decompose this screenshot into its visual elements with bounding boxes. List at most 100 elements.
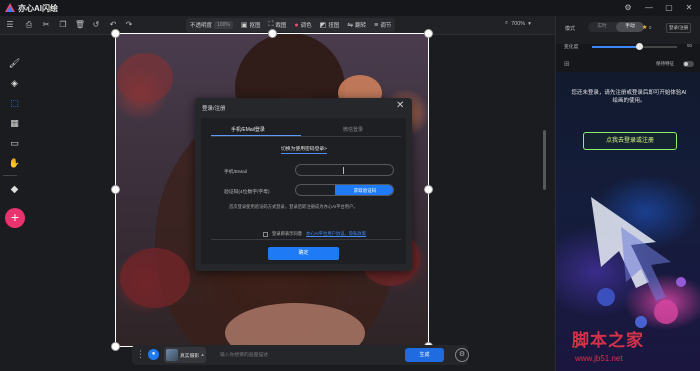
tool-color[interactable]: ● 调色 xyxy=(294,21,312,30)
crop-icon: ⛶ xyxy=(268,21,274,28)
style-selector[interactable]: 真实摄影 ▴ xyxy=(164,347,206,363)
generate-button[interactable]: 生成 xyxy=(405,348,444,362)
menu-icon[interactable]: ☰ xyxy=(4,19,16,31)
tool-cutout[interactable]: ▣ 抠图 xyxy=(241,21,261,29)
tool-crop-label: 裁图 xyxy=(275,23,287,29)
flip-icon: ⇋ xyxy=(347,22,354,29)
settings-gear-icon[interactable]: ⚙ xyxy=(623,3,633,13)
keep-features-toggle[interactable] xyxy=(683,61,694,67)
delete-icon[interactable]: 🗑 xyxy=(74,19,86,31)
code-label: 验证码(4位数字/字母) xyxy=(224,190,270,195)
close-icon[interactable]: ✕ xyxy=(684,3,694,13)
resize-handle-t[interactable] xyxy=(268,29,277,38)
adjust-icon: ≡ xyxy=(374,21,379,29)
star-count: 0 xyxy=(649,25,652,30)
resize-handle-tl[interactable] xyxy=(111,29,120,38)
image-tool-icon[interactable]: ▦ xyxy=(5,115,24,132)
opacity-label: 不透明度 xyxy=(190,23,213,29)
keep-features-label: 保持特征 xyxy=(656,61,674,66)
opacity-value[interactable]: 100% xyxy=(214,21,233,29)
agreement-link[interactable]: 亦心AI平台用户协议、隐私政策 xyxy=(306,231,366,237)
get-code-button[interactable]: 获取验证码 xyxy=(335,185,393,195)
maximize-icon[interactable]: ▢ xyxy=(664,3,674,13)
opacity-control[interactable]: 不透明度 100% xyxy=(190,21,233,29)
mode-realtime-option[interactable]: 实时 xyxy=(588,22,616,32)
scrollbar-thumb[interactable] xyxy=(543,130,546,190)
vertical-scrollbar[interactable] xyxy=(543,40,546,310)
strength-knob[interactable] xyxy=(635,43,643,50)
tool-crop[interactable]: ⛶ 裁图 xyxy=(268,21,286,29)
prompt-settings-icon[interactable]: ⚙ xyxy=(455,348,469,362)
copy-icon[interactable]: ❐ xyxy=(57,19,69,31)
tool-adjust[interactable]: ≡ 调节 xyxy=(374,21,392,30)
watermark-url: www.jb51.net xyxy=(575,354,623,363)
login-note: 首次登录使用验证码方式登录，登录后即注册成为亦心AI平台用户。 xyxy=(229,204,358,209)
color-icon: ● xyxy=(294,21,299,29)
generate-mode-icon[interactable]: ● xyxy=(148,349,159,360)
minimize-icon[interactable]: — xyxy=(644,3,654,13)
app-logo-icon xyxy=(5,3,15,12)
active-tab-indicator xyxy=(211,135,301,136)
image-upload-icon[interactable]: ⊞ xyxy=(564,60,570,68)
agree-checkbox[interactable] xyxy=(263,231,268,237)
layers-icon[interactable]: ◆ xyxy=(5,181,24,198)
dialog-body: 手机/EMail登录 微信登录 切换为使用密码登录> 手机/EMail 验证码(… xyxy=(201,118,406,264)
zoom-value: 700% xyxy=(511,20,526,27)
image-tools-group: 不透明度 100% ▣ 抠图 ⛶ 裁图 ● 调色 ◩ 扭图 ⇋ 翻转 ≡ 调节 xyxy=(186,18,396,32)
strength-value: 50 xyxy=(687,43,693,48)
login-register-button[interactable]: 登录/注册 xyxy=(666,23,692,33)
tool-color-label: 调色 xyxy=(300,23,312,29)
tool-warp-label: 扭图 xyxy=(328,23,340,29)
resize-handle-tr[interactable] xyxy=(424,29,433,38)
hand-tool-icon[interactable]: ✋ xyxy=(5,155,24,172)
fill-tool-icon[interactable]: ◈ xyxy=(5,75,24,92)
resize-handle-l[interactable] xyxy=(111,185,120,194)
mode-label: 模式 xyxy=(565,26,576,32)
tool-warp[interactable]: ◩ 扭图 xyxy=(320,21,340,29)
title-bar: 亦心AI闪绘 ⚙ — ▢ ✕ xyxy=(0,0,700,16)
prompt-input[interactable]: 输入你想要的画面描述 xyxy=(220,351,268,358)
tab-wechat-login[interactable]: 微信登录 xyxy=(343,126,363,133)
brush-tool-icon[interactable]: 🖌 xyxy=(5,55,24,72)
strength-label: 变化度 xyxy=(564,45,579,50)
eraser-tool-icon[interactable]: ▭ xyxy=(5,135,24,152)
mode-manual-option[interactable]: 手动 xyxy=(616,22,644,32)
app-title: 亦心AI闪绘 xyxy=(18,4,58,13)
dialog-close-icon[interactable]: ✕ xyxy=(396,100,404,111)
warp-icon: ◩ xyxy=(319,22,327,29)
tool-flip[interactable]: ⇋ 翻转 xyxy=(347,21,366,29)
history-icon[interactable]: ↺ xyxy=(90,19,102,31)
confirm-button[interactable]: 确定 xyxy=(268,247,339,260)
strength-slider[interactable] xyxy=(592,43,677,50)
chevron-down-icon: ▾ xyxy=(528,20,531,27)
tool-cutout-label: 抠图 xyxy=(249,23,261,29)
verification-code-input[interactable]: 获取验证码 xyxy=(295,184,394,196)
dialog-divider xyxy=(211,239,401,240)
cut-icon[interactable]: ✂ xyxy=(40,19,52,31)
zoom-control[interactable]: ⌕ 700% ▾ xyxy=(505,20,531,27)
login-dialog: 登录/注册 ✕ 手机/EMail登录 微信登录 切换为使用密码登录> 手机/EM… xyxy=(195,98,412,271)
style-label: 真实摄影 xyxy=(180,353,200,359)
redo-icon[interactable]: ↷ xyxy=(123,19,135,31)
tool-adjust-label: 调节 xyxy=(380,23,392,29)
tab-phone-login[interactable]: 手机/EMail登录 xyxy=(231,126,265,133)
print-icon[interactable]: ⎙ xyxy=(23,19,35,31)
dialog-title: 登录/注册 xyxy=(202,106,226,112)
promo-message: 您还未登录，请先注册或登录后即可开始体验AI绘画的使用。 xyxy=(571,90,687,104)
resize-handle-r[interactable] xyxy=(424,185,433,194)
watermark-text: 脚本之家 xyxy=(572,331,644,350)
promo-login-button[interactable]: 点我去登录或注册 xyxy=(583,132,677,150)
add-button[interactable]: + xyxy=(5,208,25,228)
select-tool-icon[interactable]: ⬚ xyxy=(5,95,24,112)
phone-email-input[interactable] xyxy=(295,164,394,176)
switch-to-password-link[interactable]: 切换为使用密码登录> xyxy=(281,145,327,154)
cutout-icon: ▣ xyxy=(240,22,248,29)
strength-fill xyxy=(592,46,639,48)
right-panel: 模式 实时 手动 ★ 0 登录/注册 变化度 50 ⊞ 保持特征 您还未登录，请… xyxy=(555,16,700,371)
mode-segmented-control: 实时 手动 xyxy=(588,22,644,32)
cursor-arrow-illustration xyxy=(591,197,686,328)
resize-handle-bl[interactable] xyxy=(111,342,120,351)
chevron-up-icon: ▴ xyxy=(201,352,204,358)
mode-header: 模式 实时 手动 ★ 0 登录/注册 xyxy=(556,16,700,44)
star-icon: ★ xyxy=(642,25,648,31)
